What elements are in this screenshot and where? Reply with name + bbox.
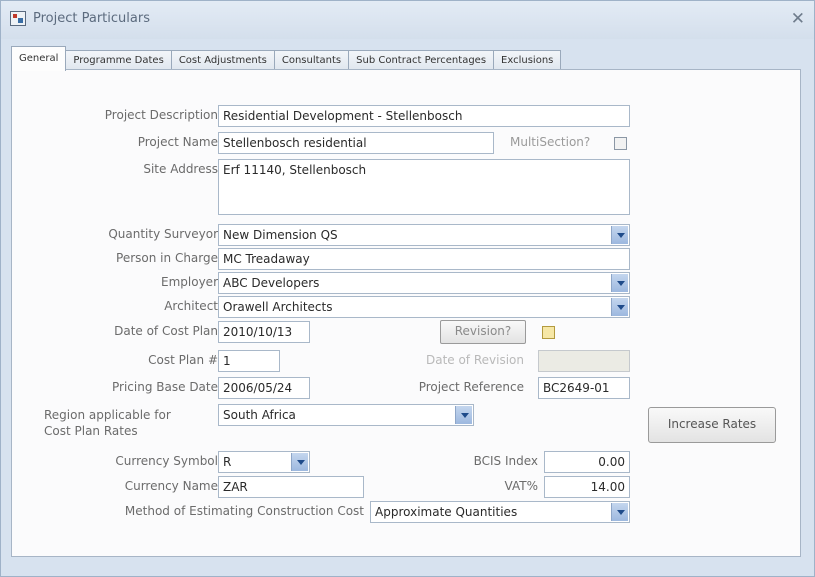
currency-symbol-select[interactable]: R	[218, 451, 310, 473]
date-of-revision-label: Date of Revision	[425, 353, 524, 367]
window-title: Project Particulars	[33, 11, 150, 26]
person-in-charge-label: Person in Charge	[116, 251, 218, 265]
tab-exclusions[interactable]: Exclusions	[493, 50, 562, 71]
multisection-checkbox[interactable]	[614, 137, 627, 150]
project-name-field[interactable]: Stellenbosch residential	[218, 132, 494, 154]
architect-label: Architect	[164, 299, 218, 313]
date-of-cost-plan-label: Date of Cost Plan	[114, 324, 218, 338]
currency-symbol-value: R	[223, 455, 232, 469]
currency-name-label: Currency Name	[124, 479, 218, 493]
vat-label: VAT%	[504, 479, 538, 493]
chevron-down-icon[interactable]	[611, 274, 628, 292]
tab-general[interactable]: General	[11, 46, 67, 71]
architect-select[interactable]: Orawell Architects	[218, 296, 630, 318]
cost-plan-number-field[interactable]: 1	[218, 350, 280, 372]
tab-sub-contract-percentages[interactable]: Sub Contract Percentages	[348, 50, 495, 71]
method-select[interactable]: Approximate Quantities	[370, 501, 630, 523]
pricing-base-date-field[interactable]: 2006/05/24	[218, 377, 310, 399]
employer-value: ABC Developers	[223, 276, 320, 290]
site-address-field[interactable]: Erf 11140, Stellenbosch	[218, 159, 630, 215]
tab-cost-adjustments[interactable]: Cost Adjustments	[170, 50, 275, 71]
quantity-surveyor-label: Quantity Surveyor	[108, 227, 218, 241]
revision-button[interactable]: Revision?	[440, 320, 526, 344]
region-label-line1: Region applicable for	[44, 408, 171, 422]
chevron-down-icon[interactable]	[611, 226, 628, 244]
increase-rates-button[interactable]: Increase Rates	[648, 407, 776, 443]
title-bar: Project Particulars ✕	[1, 1, 814, 39]
pricing-base-date-label: Pricing Base Date	[112, 380, 218, 394]
chevron-down-icon[interactable]	[611, 503, 628, 521]
project-reference-label: Project Reference	[418, 380, 524, 394]
date-of-revision-field	[538, 350, 630, 372]
bcis-index-field[interactable]: 0.00	[544, 451, 630, 473]
currency-name-field[interactable]: ZAR	[218, 476, 364, 498]
chevron-down-icon[interactable]	[291, 453, 308, 471]
app-icon	[10, 11, 26, 26]
date-of-cost-plan-field[interactable]: 2010/10/13	[218, 321, 310, 343]
region-value: South Africa	[223, 408, 296, 422]
region-label-line2: Cost Plan Rates	[44, 424, 138, 438]
employer-select[interactable]: ABC Developers	[218, 272, 630, 294]
project-name-label: Project Name	[137, 135, 218, 149]
chevron-down-icon[interactable]	[611, 298, 628, 316]
cost-plan-number-label: Cost Plan #	[148, 353, 218, 367]
close-icon[interactable]: ✕	[791, 9, 805, 29]
tab-programme-dates[interactable]: Programme Dates	[65, 50, 172, 71]
bcis-index-label: BCIS Index	[473, 454, 538, 468]
revision-checkbox[interactable]	[542, 326, 555, 339]
vat-field[interactable]: 14.00	[544, 476, 630, 498]
currency-symbol-label: Currency Symbol	[115, 454, 218, 468]
method-label: Method of Estimating Construction Cost	[124, 504, 364, 518]
employer-label: Employer	[161, 275, 218, 289]
project-description-label: Project Description	[104, 108, 218, 122]
quantity-surveyor-select[interactable]: New Dimension QS	[218, 224, 630, 246]
quantity-surveyor-value: New Dimension QS	[223, 228, 338, 242]
chevron-down-icon[interactable]	[455, 406, 472, 424]
project-reference-field[interactable]: BC2649-01	[538, 377, 630, 399]
general-panel: Project Description Residential Developm…	[11, 69, 801, 557]
site-address-label: Site Address	[143, 162, 218, 176]
method-value: Approximate Quantities	[375, 505, 518, 519]
multisection-label: MultiSection?	[510, 135, 591, 149]
project-description-field[interactable]: Residential Development - Stellenbosch	[218, 105, 630, 127]
tab-bar: General Programme Dates Cost Adjustments…	[11, 46, 562, 71]
person-in-charge-field[interactable]: MC Treadaway	[218, 248, 630, 270]
project-particulars-window: Project Particulars ✕ General Programme …	[0, 0, 815, 577]
architect-value: Orawell Architects	[223, 300, 333, 314]
region-select[interactable]: South Africa	[218, 404, 474, 426]
tab-consultants[interactable]: Consultants	[273, 50, 350, 71]
